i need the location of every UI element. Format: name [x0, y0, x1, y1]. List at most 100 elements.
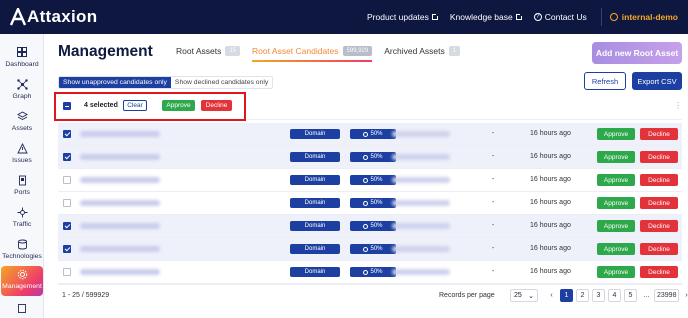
approve-button[interactable]: Approve	[597, 266, 635, 278]
approve-button[interactable]: Approve	[597, 128, 635, 140]
tab-root-asset-candidates[interactable]: Root Asset Candidates 599,929	[252, 46, 373, 62]
page-button-1[interactable]: 1	[560, 289, 573, 302]
confidence-value: 50%	[370, 154, 383, 160]
row-checkbox[interactable]	[63, 245, 71, 253]
filter-unapproved-button[interactable]: Show unapproved candidates only	[59, 77, 171, 88]
export-csv-button[interactable]: Export CSV	[632, 72, 682, 90]
confidence-value: 50%	[370, 200, 383, 206]
filter-declined-button[interactable]: Show declined candidates only	[171, 77, 272, 88]
row-checkbox[interactable]	[63, 268, 71, 276]
redacted-asset-name	[80, 269, 160, 275]
decline-button[interactable]: Decline	[640, 197, 678, 209]
sidebar-item-assets[interactable]: Assets	[0, 108, 44, 138]
page-ellipsis: ...	[643, 292, 650, 299]
decline-button[interactable]: Decline	[640, 266, 678, 278]
row-value: -	[492, 153, 495, 160]
next-page-button[interactable]: ›	[680, 289, 688, 302]
confidence-value: 50%	[370, 131, 383, 137]
tab-label: Root Assets	[176, 46, 222, 56]
row-value: -	[492, 176, 495, 183]
row-checkbox[interactable]	[63, 222, 71, 230]
table-row[interactable]: Domain 50% - 16 hours ago Approve Decline	[58, 215, 682, 238]
page-button-5[interactable]: 5	[624, 289, 637, 302]
approve-button[interactable]: Approve	[597, 243, 635, 255]
redacted-source	[392, 154, 450, 160]
sidebar-item-graph[interactable]: Graph	[0, 76, 44, 106]
redacted-asset-name	[80, 154, 160, 160]
decline-button[interactable]: Decline	[640, 174, 678, 186]
sidebar-item-dashboard[interactable]: Dashboard	[0, 44, 44, 74]
table-row[interactable]: Domain 50% - 16 hours ago Approve Decline	[58, 261, 682, 284]
knowledge-base-label: Knowledge base	[449, 12, 513, 22]
graph-icon	[16, 78, 28, 90]
row-checkbox[interactable]	[63, 153, 71, 161]
product-updates-label: Product updates	[366, 12, 429, 22]
table-row[interactable]: Domain 50% - 16 hours ago Approve Decline	[58, 192, 682, 215]
last-page-button[interactable]: 23998	[654, 289, 680, 302]
decline-button[interactable]: Decline	[640, 243, 678, 255]
clock-icon	[363, 131, 369, 137]
pagination-footer: 1 - 25 / 599929 Records per page 25 ⌄ ‹ …	[58, 284, 688, 306]
knowledge-base-link[interactable]: Knowledge base	[449, 12, 523, 22]
clipboard-icon	[16, 302, 28, 314]
sidebar-item-issues[interactable]: Issues	[0, 140, 44, 170]
add-root-asset-button[interactable]: Add new Root Asset	[592, 42, 682, 64]
approve-button[interactable]: Approve	[597, 151, 635, 163]
tab-root-assets[interactable]: Root Assets 15	[176, 46, 241, 62]
row-value: -	[492, 222, 495, 229]
redacted-source	[392, 177, 450, 183]
decline-button[interactable]: Decline	[640, 128, 678, 140]
sidebar-item-label: Ports	[14, 189, 30, 196]
ports-icon	[16, 174, 28, 186]
row-value: -	[492, 268, 495, 275]
confidence-value: 50%	[370, 246, 383, 252]
table-row[interactable]: Domain 50% - 16 hours ago Approve Decline	[58, 146, 682, 169]
records-per-page-select[interactable]: 25 ⌄	[510, 289, 538, 302]
row-checkbox[interactable]	[63, 199, 71, 207]
contact-us-link[interactable]: ? Contact Us	[533, 12, 587, 22]
sidebar-item-management[interactable]: Management	[1, 266, 43, 296]
approve-button[interactable]: Approve	[597, 174, 635, 186]
tenant-name: internal-demo	[621, 12, 678, 22]
gear-icon	[16, 268, 28, 280]
row-value: -	[492, 199, 495, 206]
redacted-source	[392, 200, 450, 206]
sidebar-item-label: Graph	[12, 93, 32, 100]
row-checkbox[interactable]	[63, 176, 71, 184]
sidebar-item-ports[interactable]: Ports	[0, 172, 44, 202]
more-options-icon[interactable]: ⋮	[674, 101, 682, 110]
confidence-badge: 50%	[350, 198, 396, 208]
refresh-button[interactable]: Refresh	[584, 72, 626, 90]
page-button-2[interactable]: 2	[576, 289, 589, 302]
row-checkbox[interactable]	[63, 130, 71, 138]
logo[interactable]: Attaxion	[10, 7, 97, 27]
page-button-4[interactable]: 4	[608, 289, 621, 302]
prev-page-button[interactable]: ‹	[545, 289, 558, 302]
confidence-value: 50%	[370, 269, 383, 275]
clock-icon	[363, 223, 369, 229]
decline-button[interactable]: Decline	[640, 151, 678, 163]
user-icon	[609, 13, 618, 21]
technologies-icon	[16, 238, 28, 250]
sidebar-item-traffic[interactable]: Traffic	[0, 204, 44, 234]
tabs: Root Assets 15 Root Asset Candidates 599…	[176, 46, 472, 62]
asset-type-badge: Domain	[290, 198, 340, 208]
tab-count-badge: 15	[225, 46, 241, 56]
page-button-3[interactable]: 3	[592, 289, 605, 302]
redacted-source	[392, 223, 450, 229]
table-row[interactable]: Domain 50% - 16 hours ago Approve Decline	[58, 123, 682, 146]
approve-button[interactable]: Approve	[597, 220, 635, 232]
confidence-badge: 50%	[350, 152, 396, 162]
table-row[interactable]: Domain 50% - 16 hours ago Approve Decline	[58, 238, 682, 261]
approve-button[interactable]: Approve	[597, 197, 635, 209]
external-link-icon	[431, 13, 439, 20]
sidebar-item-technologies[interactable]: Technologies	[0, 236, 44, 266]
decline-button[interactable]: Decline	[640, 220, 678, 232]
tab-archived-assets[interactable]: Archived Assets 1	[384, 46, 461, 62]
sidebar-item-more[interactable]	[0, 300, 44, 318]
table-row[interactable]: Domain 50% - 16 hours ago Approve Decline	[58, 169, 682, 192]
product-updates-link[interactable]: Product updates	[366, 12, 439, 22]
row-timestamp: 16 hours ago	[530, 222, 571, 229]
tenant-menu[interactable]: internal-demo	[600, 8, 678, 26]
confidence-badge: 50%	[350, 267, 396, 277]
